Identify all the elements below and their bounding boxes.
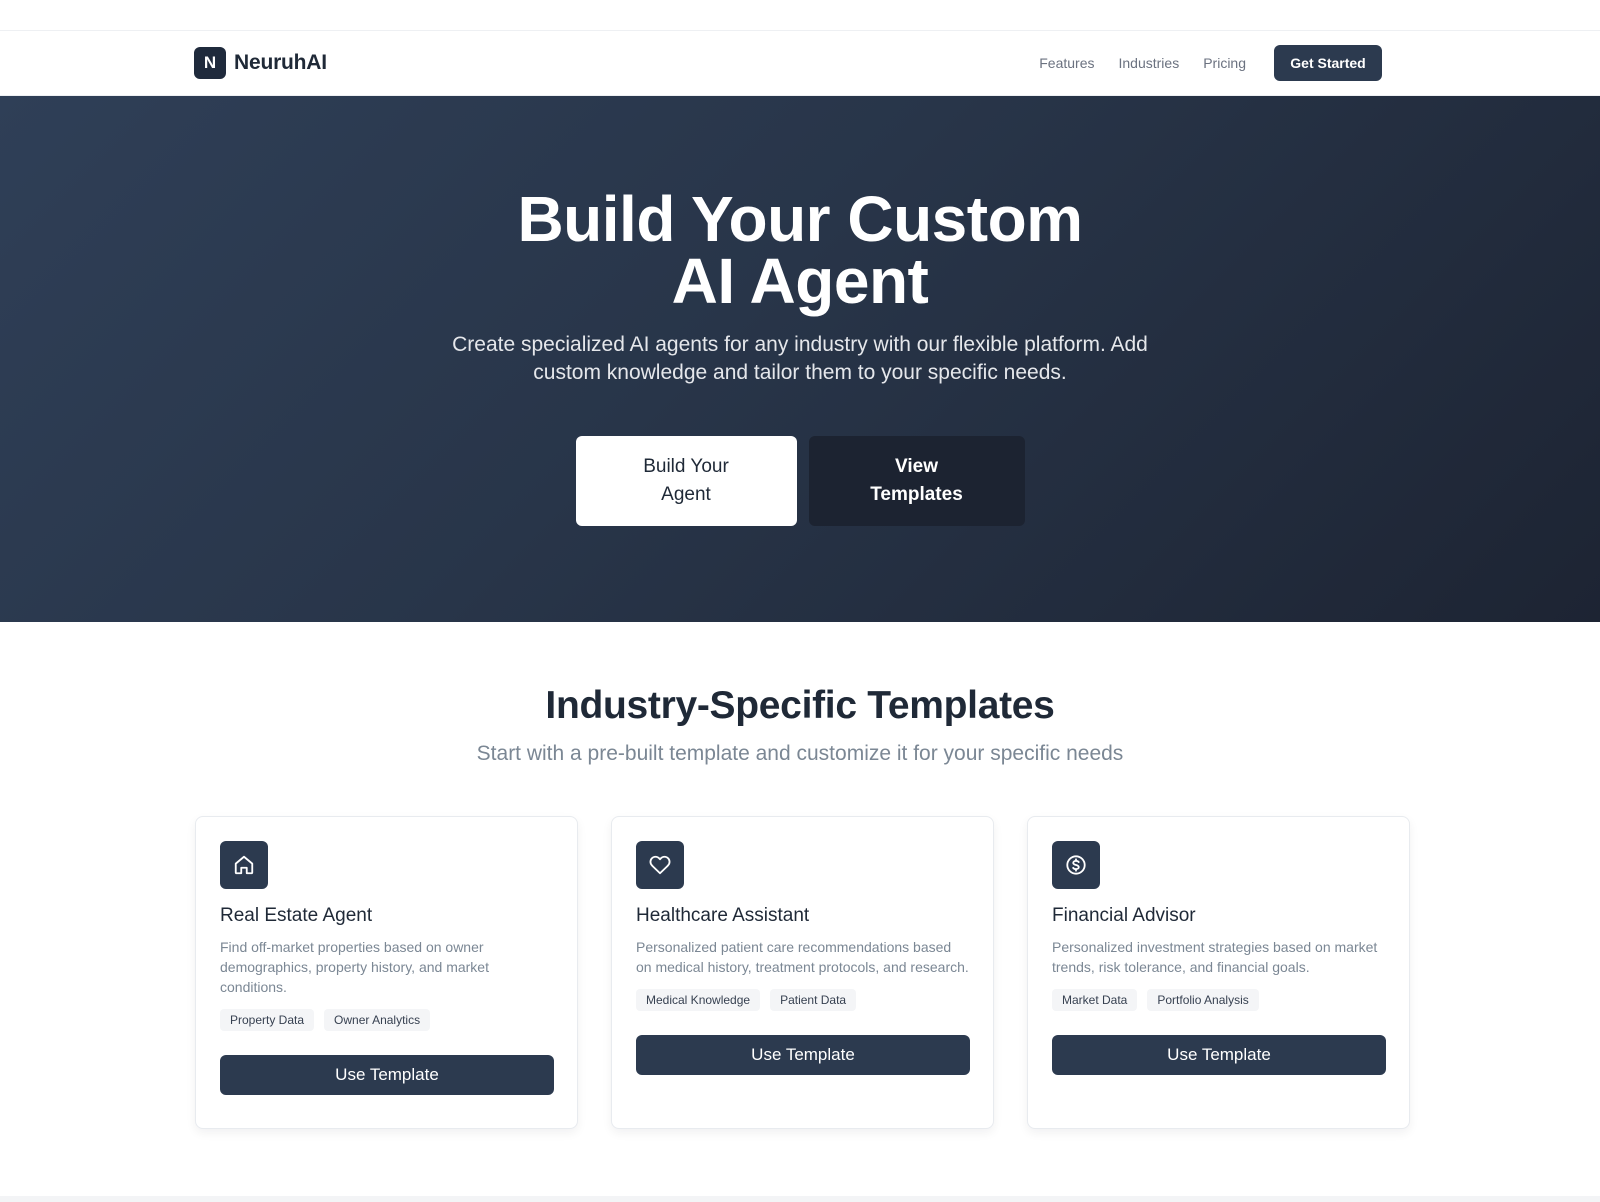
card-description: Personalized investment strategies based… (1052, 939, 1378, 975)
card-description: Find off-market properties based on owne… (220, 939, 489, 995)
get-started-button[interactable]: Get Started (1274, 45, 1382, 81)
hero-actions: Build Your Agent View Templates (0, 436, 1600, 526)
navbar: N NeuruhAI Features Industries Pricing G… (0, 31, 1600, 96)
card-tags: Property Data Owner Analytics (220, 1009, 553, 1031)
card-tags: Market Data Portfolio Analysis (1052, 989, 1385, 1011)
home-icon (220, 841, 268, 889)
use-template-button[interactable]: Use Template (1052, 1035, 1386, 1075)
card-description: Personalized patient care recommendation… (636, 939, 969, 975)
dollar-circle-icon (1052, 841, 1100, 889)
hero-title: Build Your Custom AI Agent (0, 183, 1600, 317)
nav-links: Features Industries Pricing Get Started (1039, 45, 1382, 81)
brand-name: NeuruhAI (234, 51, 327, 74)
build-agent-button[interactable]: Build Your Agent (575, 436, 797, 526)
view-templates-button[interactable]: View Templates (808, 436, 1025, 526)
hero-title-line-1: Build Your Custom (517, 183, 1083, 255)
section-divider (0, 1196, 1600, 1202)
top-strip (0, 0, 1600, 31)
nav-link-features[interactable]: Features (1039, 55, 1094, 71)
hero-subtitle: Create specialized AI agents for any ind… (452, 333, 1148, 384)
template-card-healthcare: Healthcare Assistant Personalized patien… (611, 816, 994, 1129)
nav-link-industries[interactable]: Industries (1119, 55, 1180, 71)
use-template-button[interactable]: Use Template (636, 1035, 970, 1075)
brand[interactable]: N NeuruhAI (194, 47, 327, 79)
hero-section: Build Your Custom AI Agent Create specia… (0, 96, 1600, 622)
heart-icon (636, 841, 684, 889)
tag: Owner Analytics (324, 1009, 431, 1031)
tag: Medical Knowledge (636, 989, 761, 1011)
templates-title: Industry-Specific Templates (545, 684, 1055, 727)
tag: Patient Data (770, 989, 857, 1011)
tag: Market Data (1052, 989, 1138, 1011)
tag: Portfolio Analysis (1147, 989, 1259, 1011)
templates-section: Industry-Specific Templates Start with a… (0, 622, 1600, 1202)
template-card-real-estate: Real Estate Agent Find off-market proper… (195, 816, 578, 1129)
template-card-financial: Financial Advisor Personalized investmen… (1027, 816, 1410, 1129)
tag: Property Data (220, 1009, 315, 1031)
logo-icon: N (194, 47, 226, 79)
card-title: Financial Advisor (1052, 905, 1196, 926)
card-title: Healthcare Assistant (636, 905, 810, 926)
templates-subtitle: Start with a pre-built template and cust… (476, 742, 1124, 765)
card-title: Real Estate Agent (220, 905, 373, 926)
card-tags: Medical Knowledge Patient Data (636, 989, 969, 1011)
nav-link-pricing[interactable]: Pricing (1203, 55, 1246, 71)
hero-title-line-2: AI Agent (671, 245, 929, 317)
template-cards: Real Estate Agent Find off-market proper… (195, 816, 1410, 1129)
use-template-button[interactable]: Use Template (220, 1055, 554, 1095)
